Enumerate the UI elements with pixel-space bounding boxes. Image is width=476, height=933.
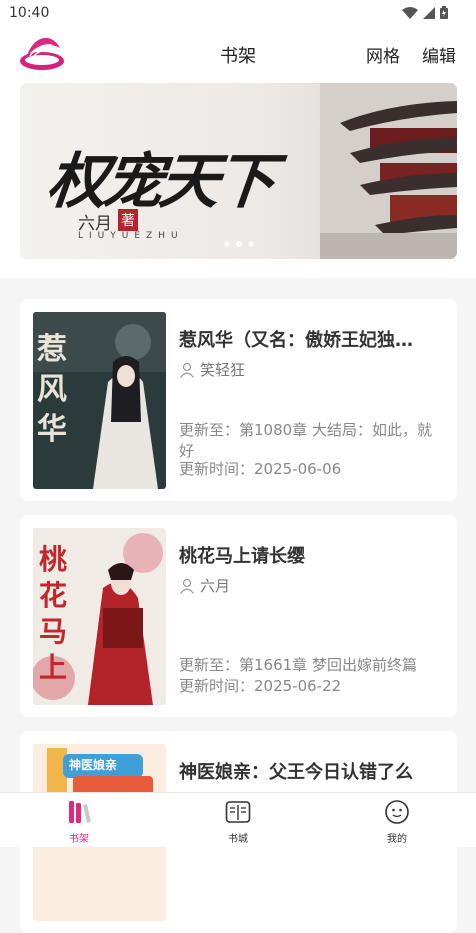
author-row: 六月	[179, 575, 230, 596]
book-author: 六月	[200, 577, 231, 595]
book-title[interactable]: 神医娘亲：父王今日认错了么	[179, 758, 445, 784]
banner-seal: 著	[118, 209, 138, 231]
book-cover[interactable]: 惹风华	[33, 312, 166, 489]
carousel-dot-active[interactable]	[235, 241, 242, 247]
status-time: 10:40	[9, 5, 50, 21]
banner-title: 权宠天下	[43, 147, 276, 217]
book-author: 笑轻狂	[200, 361, 246, 379]
nav-profile[interactable]: 我的	[367, 799, 427, 845]
book-title[interactable]: 桃花马上请长缨	[179, 542, 445, 568]
wifi-icon	[402, 6, 418, 19]
book-cover-title: 惹风华	[37, 332, 67, 447]
nav-bookshelf[interactable]: 书架	[49, 799, 109, 845]
user-icon	[180, 362, 194, 378]
battery-icon	[440, 6, 448, 19]
profile-icon	[385, 800, 409, 824]
latest-chapter: 更新至：第1661章 梦回出嫁前终篇	[179, 656, 417, 674]
banner-section: 权宠天下 六月 著 LIUYUEZHU	[0, 80, 476, 278]
book-store-icon	[225, 801, 251, 823]
nav-label: 书城	[228, 834, 248, 845]
latest-chapter: 更新至：第1080章 大结局：如此，就好	[179, 421, 432, 460]
book-cover[interactable]: 桃花马上	[33, 528, 166, 705]
book-title[interactable]: 惹风华（又名：傲娇王妃独…	[179, 326, 445, 352]
nav-label: 书架	[69, 834, 89, 845]
page-title: 书架	[220, 46, 256, 67]
book-card[interactable]: 惹风华 惹风华（又名：傲娇王妃独… 笑轻狂 更新至：第1080章 大结局：如此，…	[20, 299, 457, 501]
top-bar: 书架 网格 编辑	[0, 28, 476, 80]
carousel-dot[interactable]	[247, 241, 254, 247]
carousel-dot[interactable]	[223, 241, 230, 247]
signal-icon	[423, 6, 435, 19]
system-icons	[402, 6, 448, 19]
banner-pinyin: LIUYUEZHU	[78, 231, 184, 241]
carousel-indicator	[20, 241, 457, 247]
book-cover-title: 桃花马上	[39, 543, 68, 684]
bookshelf-icon	[69, 801, 91, 823]
book-cover-title: 神医娘亲	[69, 758, 118, 772]
author-row: 笑轻狂	[179, 359, 245, 380]
update-time: 更新时间：2025-06-06	[179, 460, 342, 478]
book-card[interactable]: 桃花马上 桃花马上请长缨 六月 更新至：第1661章 梦回出嫁前终篇 更新时间：…	[20, 515, 457, 717]
update-time: 更新时间：2025-06-22	[179, 677, 342, 695]
edit-button[interactable]: 编辑	[422, 42, 456, 67]
nav-label: 我的	[387, 834, 407, 845]
pagoda-illustration	[320, 83, 457, 259]
bottom-nav: 书架 书城 我的	[0, 792, 476, 847]
grid-view-button[interactable]: 网格	[366, 42, 400, 67]
nav-bookstore[interactable]: 书城	[208, 799, 268, 845]
promo-banner[interactable]: 权宠天下 六月 著 LIUYUEZHU	[20, 83, 457, 259]
user-icon	[180, 578, 194, 594]
status-bar: 10:40	[0, 0, 476, 28]
